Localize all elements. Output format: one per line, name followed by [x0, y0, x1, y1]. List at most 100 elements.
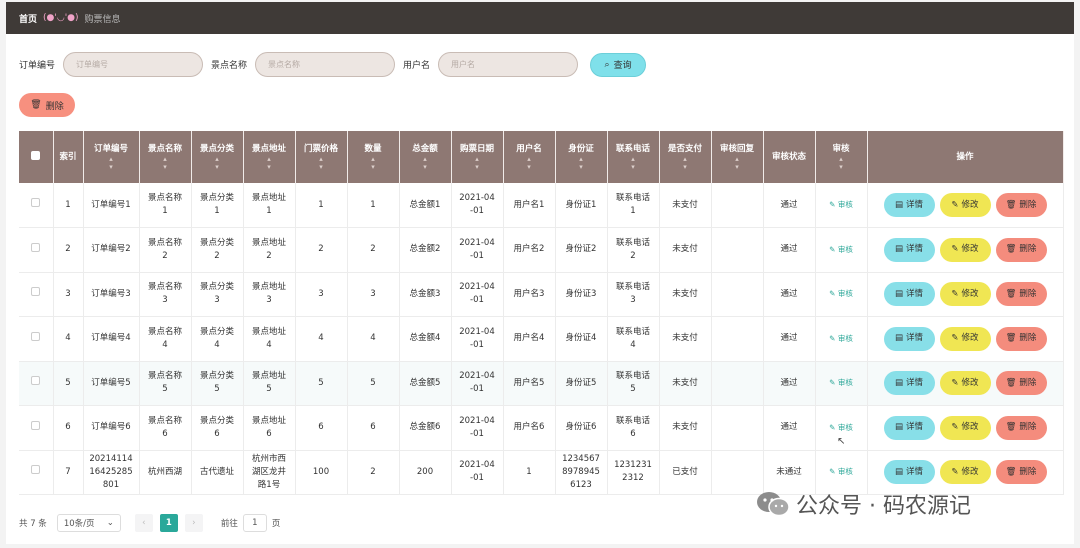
column-header[interactable]: 审核 ▴ ▾ — [815, 131, 868, 183]
row-select-cell[interactable] — [19, 405, 54, 451]
delete-button[interactable]: 🗑 删除 — [995, 326, 1047, 351]
breadcrumb-home[interactable]: 首页 — [19, 12, 37, 25]
cell-spot: 景点名称 6 — [139, 405, 192, 451]
column-header[interactable]: 景点分类 ▴ ▾ — [191, 131, 244, 183]
sort-icon[interactable]: ▴ ▾ — [452, 155, 503, 171]
prev-page-button[interactable]: ‹ — [134, 514, 153, 532]
delete-button[interactable]: 🗑 删除 — [995, 460, 1047, 485]
cell-addr: 杭州市西 湖区龙井 路1号 — [243, 450, 296, 495]
page-size-select[interactable]: 10条/页 ⌄ — [56, 514, 121, 532]
cell-price: 5 — [295, 361, 348, 406]
trash-icon: 🗑 — [1005, 466, 1017, 477]
column-header[interactable]: 用户名 ▴ ▾ — [503, 131, 556, 183]
delete-button[interactable]: 🗑 删除 — [995, 193, 1047, 217]
cell-cat: 景点分类 6 — [191, 405, 244, 451]
user-input[interactable]: 用户名 — [438, 52, 579, 77]
row-select-cell[interactable] — [19, 450, 54, 495]
sort-icon[interactable]: ▴ ▾ — [244, 155, 295, 171]
edit-button[interactable]: ✎ 修改 — [939, 282, 991, 307]
column-header[interactable]: 操作 — [867, 131, 1064, 183]
row-select-cell[interactable] — [19, 227, 54, 273]
column-header[interactable]: 索引 — [53, 131, 84, 183]
cell-phone: 联系电话 3 — [607, 272, 660, 317]
detail-button[interactable]: ▤ 详情 — [883, 460, 935, 485]
edit-button[interactable]: ✎ 修改 — [939, 371, 991, 396]
column-header[interactable]: 身份证 ▴ ▾ — [555, 131, 608, 183]
sort-icon[interactable]: ▴ ▾ — [608, 155, 659, 171]
select-all-checkbox[interactable] — [31, 150, 41, 160]
order-input[interactable]: 订单编号 — [63, 52, 204, 77]
column-header[interactable]: 数量 ▴ ▾ — [347, 131, 400, 183]
row-checkbox[interactable] — [31, 331, 41, 341]
cell-addr: 景点地址 1 — [243, 183, 296, 228]
delete-button[interactable]: 🗑 删除 — [995, 282, 1047, 307]
audit-link[interactable]: ✎ 审核 — [829, 423, 853, 432]
row-checkbox[interactable] — [31, 465, 41, 475]
row-select-cell[interactable] — [19, 316, 54, 362]
edit-button[interactable]: ✎ 修改 — [939, 237, 991, 262]
cell-user: 用户名3 — [503, 272, 556, 317]
row-checkbox[interactable] — [31, 420, 41, 430]
row-checkbox[interactable] — [31, 198, 41, 207]
audit-link[interactable]: ✎ 审核 — [829, 245, 853, 254]
row-checkbox[interactable] — [31, 242, 41, 252]
row-checkbox[interactable] — [31, 287, 41, 297]
row-select-cell[interactable] — [19, 361, 54, 406]
column-header[interactable]: 是否支付 ▴ ▾ — [659, 131, 712, 183]
column-header[interactable]: 景点地址 ▴ ▾ — [243, 131, 296, 183]
audit-link[interactable]: ✎ 审核 — [829, 334, 853, 343]
column-header[interactable]: 订单编号 ▴ ▾ — [83, 131, 140, 183]
sort-icon[interactable]: ▴ ▾ — [712, 155, 763, 171]
sort-icon[interactable]: ▴ ▾ — [400, 155, 451, 171]
spot-input[interactable]: 景点名称 — [255, 52, 396, 77]
column-header[interactable]: 购票日期 ▴ ▾ — [451, 131, 504, 183]
column-header[interactable]: 审核状态 — [763, 131, 816, 183]
audit-link[interactable]: ✎ 审核 — [829, 200, 853, 209]
edit-button[interactable]: ✎ 修改 — [939, 415, 991, 440]
audit-link[interactable]: ✎ 审核 — [829, 467, 853, 476]
bulk-delete-button[interactable]: 🗑 删除 — [19, 93, 75, 117]
detail-button[interactable]: ▤ 详情 — [883, 371, 935, 396]
sort-icon[interactable]: ▴ ▾ — [192, 155, 243, 171]
column-header[interactable]: 总金额 ▴ ▾ — [399, 131, 452, 183]
sort-icon[interactable]: ▴ ▾ — [348, 155, 399, 171]
row-checkbox[interactable] — [31, 376, 41, 386]
sort-icon[interactable]: ▴ ▾ — [504, 155, 555, 171]
edit-button[interactable]: ✎ 修改 — [939, 460, 991, 485]
detail-button[interactable]: ▤ 详情 — [883, 282, 935, 307]
audit-link[interactable]: ✎ 审核 — [829, 378, 853, 387]
next-page-button[interactable]: › — [184, 514, 203, 532]
edit-button[interactable]: ✎ 修改 — [939, 326, 991, 351]
sort-icon[interactable]: ▴ ▾ — [556, 155, 607, 171]
sort-icon[interactable]: ▴ ▾ — [84, 155, 139, 171]
cell-order: 订单编号5 — [83, 361, 140, 406]
query-button[interactable]: ⌕ 查询 — [590, 52, 647, 77]
delete-button[interactable]: 🗑 删除 — [995, 237, 1047, 262]
delete-button[interactable]: 🗑 删除 — [995, 371, 1047, 396]
sort-icon[interactable]: ▴ ▾ — [660, 155, 711, 171]
sort-icon[interactable]: ▴ ▾ — [140, 155, 191, 171]
goto-page-input[interactable]: 1 — [242, 514, 267, 532]
sort-icon[interactable]: ▴ ▾ — [296, 155, 347, 171]
column-header[interactable]: 门票价格 ▴ ▾ — [295, 131, 348, 183]
edit-button[interactable]: ✎ 修改 — [939, 193, 991, 217]
delete-button[interactable]: 🗑 删除 — [995, 415, 1047, 440]
cell-price: 100 — [295, 450, 348, 495]
audit-label: 审核 — [837, 422, 853, 432]
column-header[interactable]: 审核回复 ▴ ▾ — [711, 131, 764, 183]
search-form: 订单编号 订单编号 景点名称 景点名称 用户名 用户名 ⌕ 查询 — [19, 52, 647, 77]
column-header[interactable]: 景点名称 ▴ ▾ — [139, 131, 192, 183]
ticket-table: 索引 订单编号 ▴ ▾ 景点名称 ▴ ▾ 景点分类 ▴ ▾ 景点地址 ▴ ▾ 门票价格 ▴ ▾ 数量 ▴ ▾ 总金额 ▴… — [19, 131, 1064, 495]
detail-button[interactable]: ▤ 详情 — [883, 415, 935, 440]
sort-icon[interactable]: ▴ ▾ — [816, 155, 867, 171]
row-select-cell[interactable] — [19, 183, 54, 228]
detail-button[interactable]: ▤ 详情 — [883, 237, 935, 262]
select-all-cell[interactable] — [19, 131, 54, 183]
audit-link[interactable]: ✎ 审核 — [829, 289, 853, 298]
detail-button[interactable]: ▤ 详情 — [883, 326, 935, 351]
page-number-active[interactable]: 1 — [159, 514, 178, 532]
column-header[interactable]: 联系电话 ▴ ▾ — [607, 131, 660, 183]
detail-button[interactable]: ▤ 详情 — [883, 193, 935, 217]
cell-status: 通过 — [763, 227, 816, 273]
row-select-cell[interactable] — [19, 272, 54, 317]
